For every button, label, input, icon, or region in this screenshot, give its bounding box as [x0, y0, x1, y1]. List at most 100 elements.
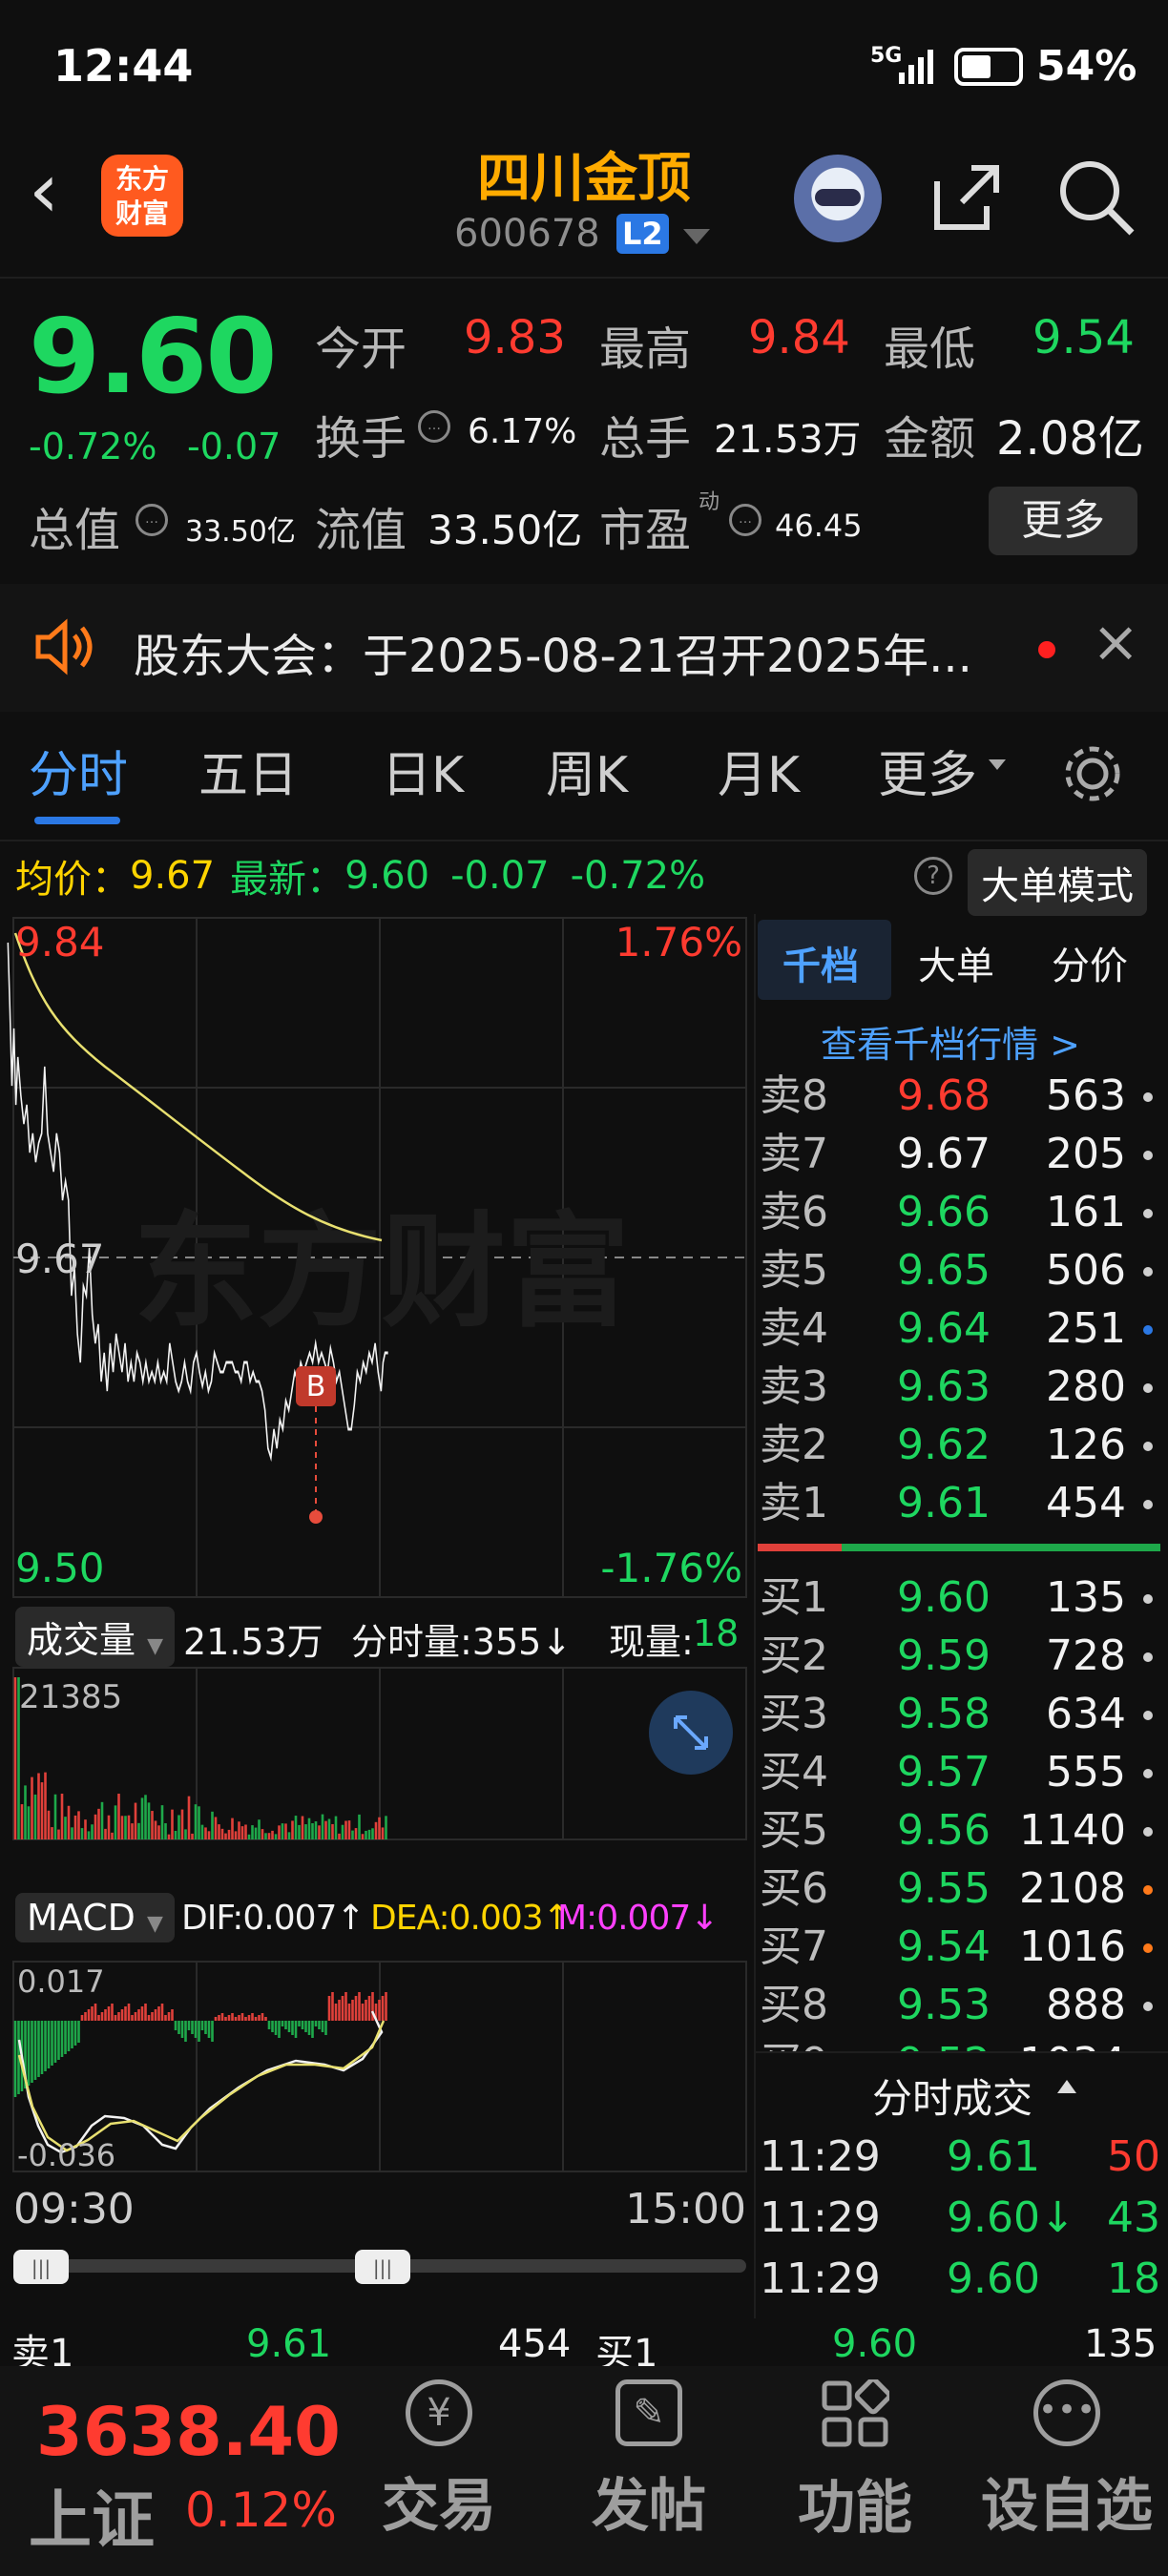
- tick-volume: 18: [1107, 2254, 1160, 2303]
- big-order-mode-button[interactable]: 大单模式: [968, 849, 1147, 916]
- ask-row[interactable]: 卖2 9.62 126: [756, 1416, 1168, 1474]
- level-qty: 1140: [1019, 1806, 1126, 1855]
- tab-more[interactable]: 更多: [878, 735, 977, 806]
- macd-label: MACD: [27, 1897, 136, 1939]
- level-qty: 161: [1046, 1188, 1126, 1236]
- ask-row[interactable]: 卖5 9.65 506: [756, 1241, 1168, 1299]
- bid-row[interactable]: 买2 9.59 728: [756, 1627, 1168, 1685]
- macd-indicator-selector[interactable]: MACD ▼: [15, 1893, 175, 1942]
- ask-row[interactable]: 卖3 9.63 280: [756, 1358, 1168, 1416]
- info-icon[interactable]: …: [418, 410, 450, 443]
- level2-badge[interactable]: L2: [616, 214, 669, 254]
- info-icon[interactable]: …: [729, 504, 761, 536]
- ask-row[interactable]: 卖6 9.66 161: [756, 1183, 1168, 1241]
- level-label: 卖6: [760, 1188, 828, 1236]
- chevron-up-icon[interactable]: [1057, 2080, 1076, 2093]
- search-icon[interactable]: [1055, 156, 1137, 239]
- tab-weekly-k[interactable]: 周K: [546, 735, 628, 806]
- notice-bar[interactable]: 股东大会：于2025-08-21召开2025年... ×: [0, 584, 1168, 712]
- tab-five-day[interactable]: 五日: [198, 735, 298, 806]
- tab-intraday[interactable]: 分时: [29, 735, 128, 806]
- tick-trades-header[interactable]: 分时成交: [872, 2067, 1032, 2125]
- buy-marker-label: B: [306, 1370, 326, 1403]
- divider: [0, 840, 1168, 841]
- nav-functions[interactable]: 功能: [760, 2366, 950, 2545]
- ask-row[interactable]: 卖7 9.67 205: [756, 1125, 1168, 1183]
- level-label: 卖4: [760, 1304, 828, 1353]
- more-button[interactable]: 更多: [989, 487, 1137, 555]
- tick-volume: 50: [1107, 2132, 1160, 2181]
- volume-label: 总手: [599, 412, 692, 466]
- close-icon[interactable]: ×: [1092, 609, 1139, 675]
- help-icon[interactable]: ?: [914, 857, 952, 895]
- level-price: 9.61: [897, 1479, 991, 1527]
- bid-row[interactable]: 买1 9.60 135: [756, 1568, 1168, 1627]
- share-icon[interactable]: [928, 158, 1004, 235]
- level1-bid-qty: 135: [1084, 2322, 1158, 2366]
- level-dot: [1143, 1711, 1153, 1720]
- tick-price: 9.60↓: [947, 2193, 1075, 2242]
- ask-row[interactable]: 卖4 9.64 251: [756, 1299, 1168, 1358]
- volume-total: 21.53万: [183, 1621, 323, 1663]
- ask-row[interactable]: 卖8 9.68 563: [756, 1067, 1168, 1125]
- tab-price-distribution[interactable]: 分价: [1052, 935, 1128, 990]
- nav-functions-label: 功能: [798, 2475, 912, 2542]
- avg-value: 9.67: [130, 854, 216, 898]
- pe-value: 46.45: [775, 508, 863, 544]
- bid-row[interactable]: 买8 9.53 888: [756, 1976, 1168, 2034]
- level-label: 买2: [760, 1631, 828, 1680]
- level-qty: 563: [1046, 1071, 1126, 1120]
- ai-assistant-icon[interactable]: [794, 155, 882, 242]
- last-label: 最新：: [230, 858, 345, 902]
- chevron-down-icon[interactable]: [683, 229, 710, 244]
- level-dot: [1143, 1652, 1153, 1662]
- index-ticker[interactable]: 3638.40 上证 0.12%: [0, 2370, 372, 2576]
- level-dot: [1143, 1267, 1153, 1277]
- nav-trade[interactable]: ¥ 交易: [344, 2366, 534, 2543]
- low-label: 最低: [884, 322, 976, 376]
- tab-monthly-k[interactable]: 月K: [718, 735, 800, 806]
- tab-daily-k[interactable]: 日K: [382, 735, 464, 806]
- ask-row[interactable]: 卖1 9.61 454: [756, 1474, 1168, 1532]
- level1-bid-price: 9.60: [832, 2322, 918, 2366]
- bid-row[interactable]: 买6 9.55 2108: [756, 1859, 1168, 1918]
- nav-post[interactable]: ✎ 发帖: [553, 2366, 744, 2543]
- tab-thousand-level[interactable]: 千档: [782, 935, 859, 990]
- view-thousand-level-link[interactable]: 查看千档行情 >: [821, 1015, 1080, 1068]
- mktcap-label: 总值: [29, 504, 121, 557]
- volume-indicator-selector[interactable]: 成交量 ▼: [15, 1607, 176, 1667]
- info-icon[interactable]: …: [136, 504, 168, 536]
- y-top-pct: 1.76%: [615, 919, 742, 966]
- level-qty: 280: [1046, 1362, 1126, 1411]
- current-price: 9.60: [29, 298, 277, 417]
- float-label: 流值: [315, 504, 407, 557]
- level-dot: [1143, 1943, 1153, 1953]
- gear-icon[interactable]: [1059, 740, 1126, 807]
- notice-text[interactable]: 股东大会：于2025-08-21召开2025年...: [134, 618, 972, 685]
- tick-time: 11:29: [760, 2193, 881, 2242]
- nav-add-watchlist[interactable]: ••• 设自选: [966, 2366, 1168, 2543]
- bid-row[interactable]: 买5 9.56 1140: [756, 1801, 1168, 1859]
- nav-trade-label: 交易: [382, 2473, 496, 2540]
- tab-big-order[interactable]: 大单: [918, 935, 994, 990]
- level-qty: 454: [1046, 1479, 1126, 1527]
- macd-bars: [13, 1992, 387, 2097]
- level-price: 9.56: [897, 1806, 991, 1855]
- last-pct: -0.72%: [570, 854, 706, 898]
- level-dot: [1143, 1885, 1153, 1895]
- bid-row[interactable]: 买7 9.54 1016: [756, 1918, 1168, 1976]
- chevron-down-icon[interactable]: [989, 759, 1006, 770]
- stock-code[interactable]: 600678: [454, 212, 600, 256]
- bid-row[interactable]: 买4 9.57 555: [756, 1743, 1168, 1801]
- level-price: 9.60: [897, 1573, 991, 1622]
- level-dot: [1143, 1594, 1153, 1604]
- avg-label: 均价：: [15, 858, 130, 902]
- bid-row[interactable]: 买3 9.58 634: [756, 1685, 1168, 1743]
- watermark: 东方财富: [134, 1199, 630, 1344]
- level-label: 买3: [760, 1690, 828, 1738]
- pe-label: 市盈: [599, 504, 692, 557]
- level-price: 9.57: [897, 1748, 991, 1797]
- level-label: 卖1: [760, 1479, 828, 1527]
- y-bottom-pct: -1.76%: [600, 1545, 742, 1591]
- status-bar: 12:44 5G 54%: [0, 0, 1168, 134]
